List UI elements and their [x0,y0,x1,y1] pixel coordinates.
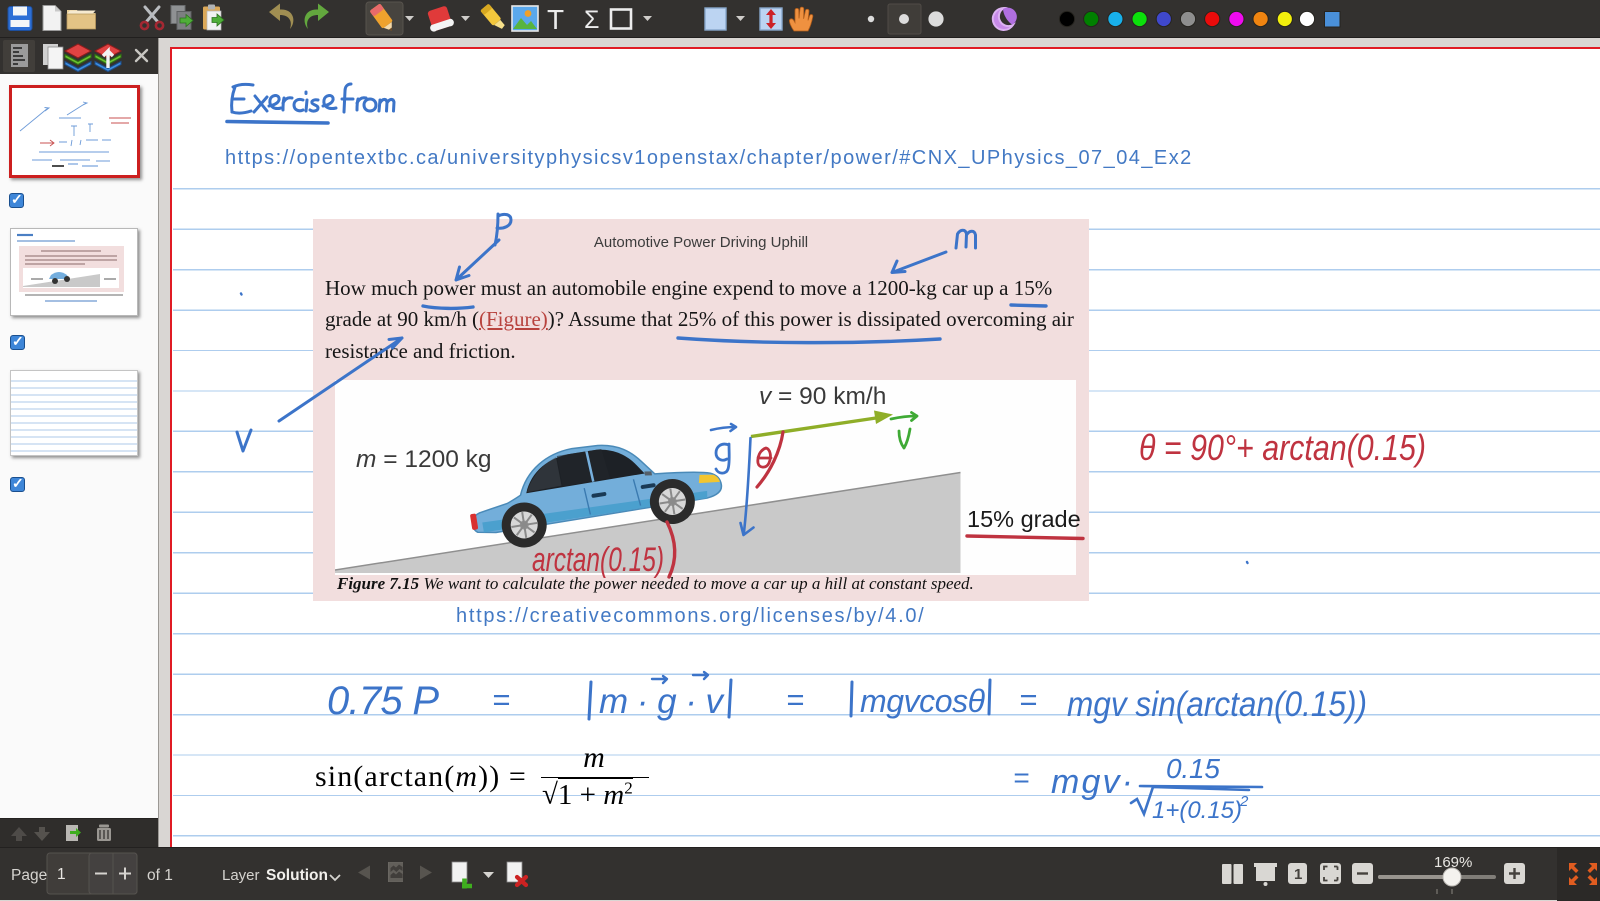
svg-text:T: T [547,4,564,35]
svg-text:0.75 P: 0.75 P [327,679,439,723]
svg-text:0.15: 0.15 [1166,753,1220,784]
svg-text:169%: 169% [1434,854,1472,871]
svg-text:1+(0.15): 1+(0.15) [1152,797,1242,824]
svg-text:2: 2 [1239,793,1249,810]
svg-text:of 1: of 1 [147,867,173,884]
svg-text:θ = 90°+ arctan(0.15): θ = 90°+ arctan(0.15) [1139,427,1426,468]
svg-text:mgvcosθ: mgvcosθ [860,683,986,719]
svg-text:=: = [786,682,804,717]
svg-text:m·g·v: m·g·v [599,682,726,721]
svg-text:1: 1 [1294,866,1302,883]
svg-text:=: = [1013,762,1029,793]
svg-text:Layer: Layer [222,867,260,884]
svg-text:Page: Page [11,867,47,884]
svg-text:=: = [1019,682,1037,717]
svg-text:Solution: Solution [266,867,328,884]
svg-text:Σ: Σ [584,6,599,34]
svg-text:1: 1 [57,866,66,883]
svg-text:=: = [492,682,510,717]
svg-text:arctan(0.15): arctan(0.15) [532,541,664,579]
svg-text:mgv sin(arctan(0.15)): mgv sin(arctan(0.15)) [1067,685,1367,724]
svg-text:mgv·: mgv· [1051,763,1133,801]
